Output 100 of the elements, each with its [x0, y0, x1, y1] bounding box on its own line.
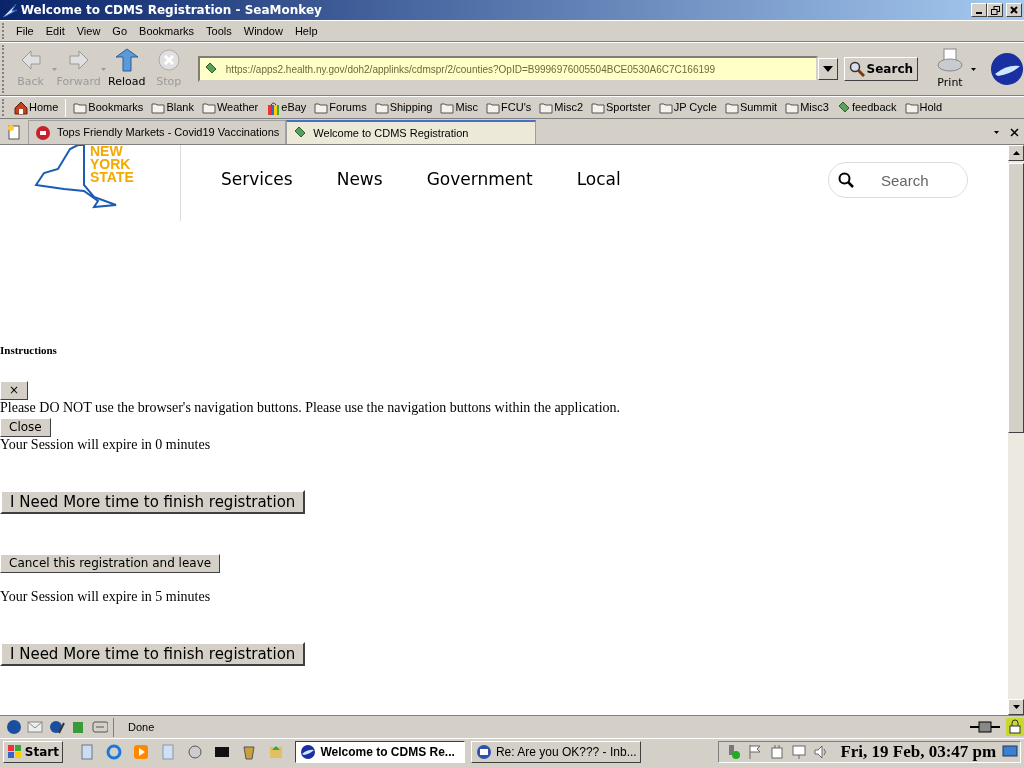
- stop-icon: [156, 47, 181, 72]
- up-arrow-icon: [1012, 151, 1020, 155]
- padlock-icon: [1006, 718, 1024, 736]
- menu-item[interactable]: Help: [288, 22, 324, 40]
- page-tag-icon: [836, 100, 851, 115]
- scroll-up-button[interactable]: [1008, 145, 1024, 161]
- menu-item[interactable]: File: [10, 22, 40, 40]
- restore-icon: [990, 5, 1000, 15]
- scroll-down-button[interactable]: [1008, 699, 1024, 715]
- menu-item[interactable]: Edit: [39, 22, 71, 40]
- message-text: Your Session will expire in 0 minutes: [0, 436, 212, 453]
- restore-button[interactable]: [987, 3, 1004, 17]
- close-button[interactable]: [1006, 3, 1022, 17]
- tab-list-caret-icon[interactable]: [993, 130, 999, 134]
- recycle-bin-icon[interactable]: [241, 743, 258, 760]
- section-heading: Instructions: [0, 343, 58, 358]
- bookmark-item[interactable]: Misc2: [535, 99, 588, 116]
- printer-icon: [936, 46, 964, 73]
- search-icon: [838, 172, 854, 188]
- desktop-icon[interactable]: [1002, 743, 1019, 760]
- bookmark-item[interactable]: Misc3: [781, 99, 833, 116]
- search-button[interactable]: Search: [843, 57, 919, 81]
- folder-icon: [785, 100, 800, 115]
- menu-item[interactable]: View: [70, 22, 107, 40]
- folder-icon: [440, 100, 455, 115]
- menu-item[interactable]: Bookmarks: [133, 22, 201, 40]
- bookmark-item[interactable]: Hold: [900, 99, 947, 116]
- dropdown-caret-icon: [100, 67, 106, 71]
- bookmark-item[interactable]: Sportster: [587, 99, 655, 116]
- address-field[interactable]: https://apps2.health.ny.gov/doh2/applinks/cdmspr/2/counties?OpID=B9996976005504BCE0530A6C7C166199: [197, 56, 818, 82]
- folder-icon: [724, 100, 739, 115]
- bookmark-item[interactable]: Misc: [436, 99, 483, 116]
- site-nav-link[interactable]: Local: [576, 167, 621, 193]
- plug-icon[interactable]: [768, 743, 785, 760]
- bookmark-item[interactable]: JP Cycle: [654, 99, 721, 116]
- browser-tab[interactable]: Welcome to CDMS Registration: [286, 120, 537, 144]
- taskbar-window-button[interactable]: Welcome to CDMS Re...: [295, 740, 466, 763]
- site-nav-link[interactable]: News: [336, 167, 383, 193]
- folder-icon: [658, 100, 673, 115]
- bookmark-item[interactable]: Blank: [147, 99, 198, 116]
- house-icon: [14, 100, 28, 115]
- cancel-button[interactable]: Cancel this registration and leave: [0, 553, 221, 573]
- message-text: Please DO NOT use the browser's navigation buttons. Please use the navigation buttons within the application.: [0, 399, 622, 416]
- flag-icon[interactable]: [746, 743, 763, 760]
- close-x-button[interactable]: ×: [0, 380, 29, 400]
- globe-pencil-icon[interactable]: [48, 719, 65, 735]
- folder-icon: [904, 100, 919, 115]
- site-nav-link[interactable]: Services: [221, 167, 293, 193]
- bookmark-item[interactable]: Home: [10, 99, 63, 116]
- down-arrow-icon: [1012, 705, 1020, 709]
- close-icon: [1010, 6, 1018, 14]
- bookmark-item[interactable]: feedback: [832, 99, 901, 116]
- more-time-button[interactable]: I Need More time to finish registration: [0, 641, 306, 666]
- folder-icon: [73, 100, 88, 115]
- clock-text: Fri, 19 Feb, 03:47 pm: [840, 740, 997, 763]
- menu-item[interactable]: Go: [106, 22, 134, 40]
- dropdown-caret-icon: [822, 66, 833, 72]
- minimize-button[interactable]: [971, 3, 988, 17]
- bookmark-item[interactable]: Shipping: [370, 99, 437, 116]
- taskbar-window-button[interactable]: Re: Are you OK??? - Inb...: [470, 740, 641, 763]
- text-badge-icon[interactable]: [91, 719, 108, 735]
- bookmark-item[interactable]: Bookmarks: [69, 99, 148, 116]
- monitor-icon[interactable]: [790, 743, 807, 760]
- envelope-icon[interactable]: [27, 719, 43, 735]
- folder-icon: [201, 100, 216, 115]
- folder-icon: [539, 100, 554, 115]
- bookmark-item[interactable]: Weather: [197, 99, 263, 116]
- dropdown-caret-icon: [51, 67, 57, 71]
- dropdown-caret-icon: [971, 67, 976, 71]
- folder-icon: [151, 100, 166, 115]
- address-dropdown-button[interactable]: [817, 58, 838, 80]
- menu-item[interactable]: Tools: [200, 22, 238, 40]
- menu-item[interactable]: Window: [237, 22, 289, 40]
- media-player-icon[interactable]: [133, 743, 150, 760]
- close-button[interactable]: Close: [0, 417, 51, 437]
- site-search-field[interactable]: Search: [828, 162, 968, 198]
- print-button[interactable]: Print: [929, 46, 971, 92]
- new-tab-icon[interactable]: [6, 124, 22, 140]
- scrollbar-thumb[interactable]: [1008, 163, 1024, 433]
- reload-icon: [114, 47, 139, 72]
- page-tag-icon: [293, 126, 308, 140]
- bookmark-item[interactable]: FCU's: [482, 99, 536, 116]
- browser-tab[interactable]: Tops Friendly Markets - Covid19 Vaccinations: [28, 120, 287, 144]
- folder-icon: [314, 100, 329, 115]
- close-tab-icon[interactable]: [1009, 127, 1019, 137]
- more-time-button[interactable]: I Need More time to finish registration: [0, 489, 306, 514]
- start-button[interactable]: Start: [2, 740, 63, 763]
- connection-icon: [970, 721, 1000, 733]
- mail-icon: [475, 743, 492, 760]
- message-text: Your Session will expire in 5 minutes: [0, 588, 212, 605]
- bookmark-item[interactable]: Summit: [720, 99, 782, 116]
- bookmark-item[interactable]: eBay: [262, 99, 311, 116]
- speaker-icon[interactable]: [812, 743, 829, 760]
- site-nav-link[interactable]: Government: [426, 167, 533, 193]
- bookmark-item[interactable]: Forums: [310, 99, 371, 116]
- shield-icon: [35, 124, 51, 141]
- nav-button[interactable]: Reload: [105, 47, 148, 91]
- folder-icon: [591, 100, 606, 115]
- folder-icon: [486, 100, 501, 115]
- windows-flag-icon: [6, 743, 23, 760]
